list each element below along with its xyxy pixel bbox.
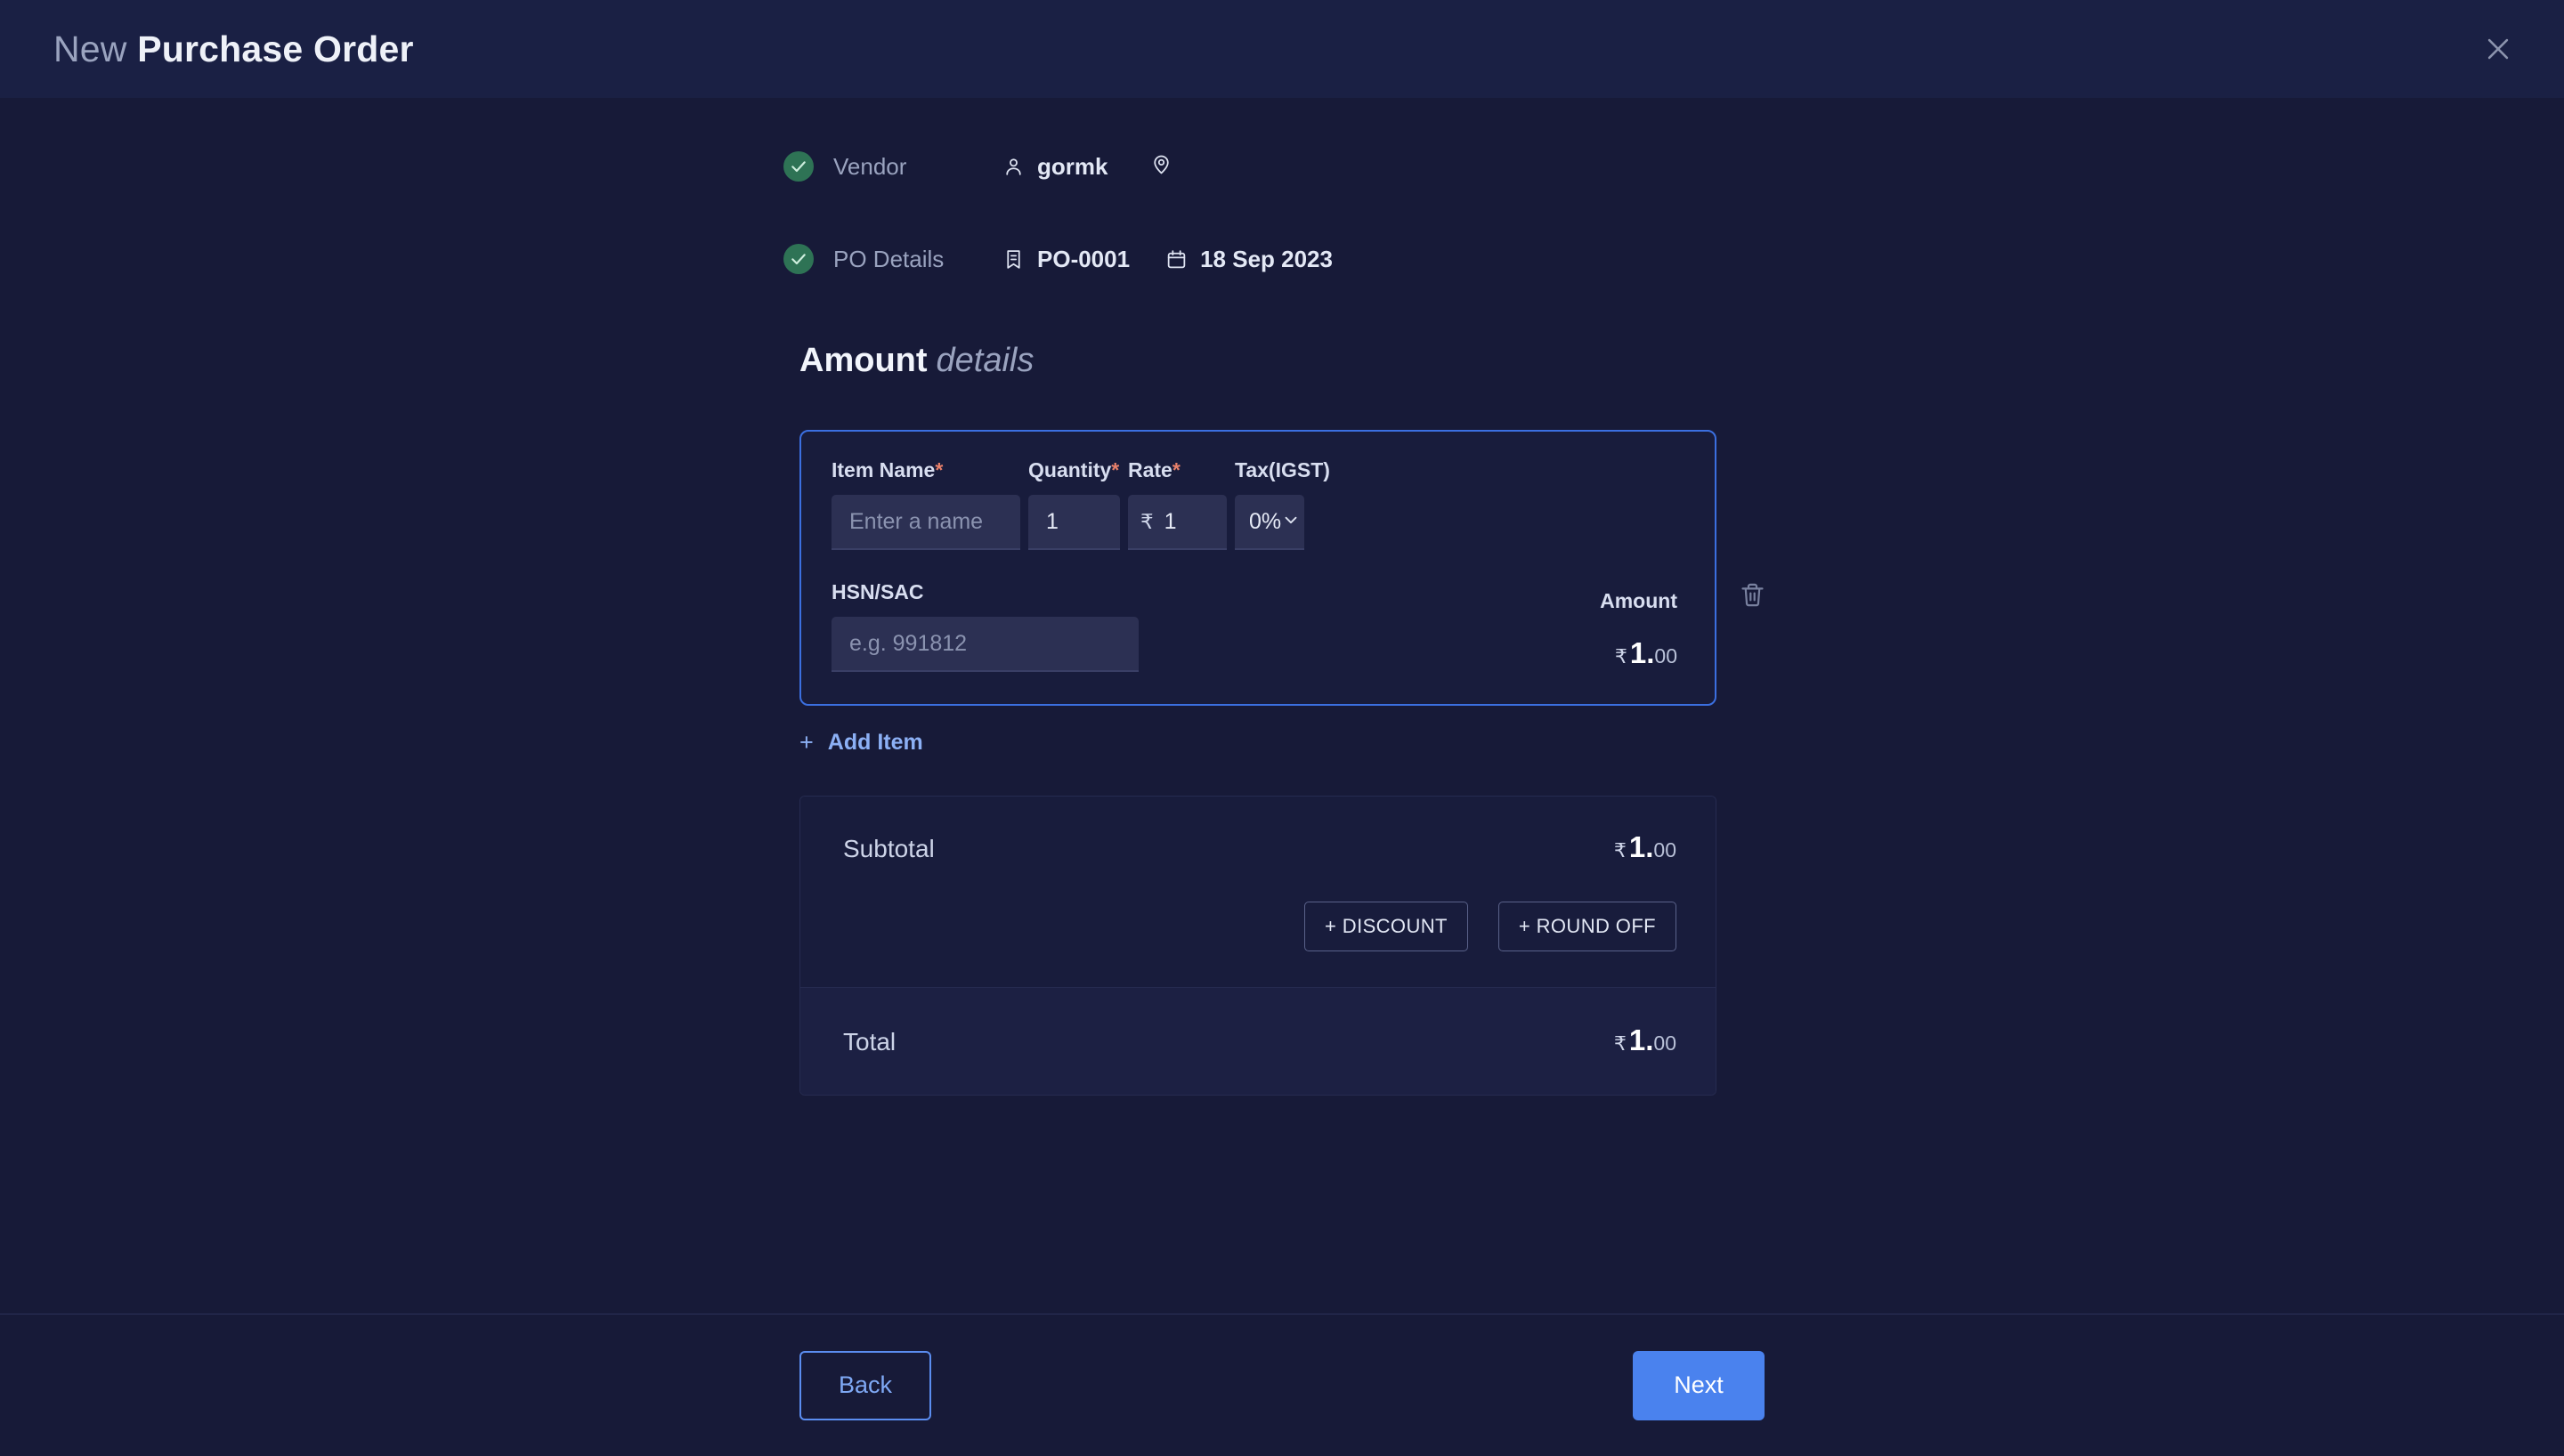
step-label-vendor: Vendor (833, 152, 907, 180)
close-button[interactable] (2470, 20, 2527, 77)
item-amount-cents: 00 (1654, 644, 1677, 667)
section-heading: Amount details (799, 342, 2564, 380)
item-name-input[interactable] (832, 495, 1020, 550)
new-purchase-order-dialog: New Purchase Order Vendor gormk PO Detai… (0, 0, 2564, 1456)
quantity-input[interactable] (1028, 495, 1120, 550)
rate-input-wrapper: ₹ (1128, 495, 1227, 550)
delete-item-button[interactable] (1732, 578, 1772, 617)
tax-label: Tax(IGST) (1235, 458, 1330, 481)
total-cents: 00 (1653, 1031, 1676, 1055)
page-title: New Purchase Order (53, 28, 414, 70)
plus-icon: + (799, 729, 814, 756)
po-date: 18 Sep 2023 (1200, 245, 1333, 272)
add-item-button[interactable]: + Add Item (799, 729, 923, 756)
dialog-header: New Purchase Order (0, 0, 2564, 105)
total-label: Total (843, 1028, 897, 1056)
item-row-area: Item Name* Quantity* Rate* ₹ (799, 430, 1764, 706)
add-round-off-button[interactable]: + ROUND OFF (1497, 902, 1676, 951)
subtotal-row: Subtotal ₹1.00 (843, 830, 1676, 864)
item-primary-fields: Item Name* Quantity* Rate* ₹ (832, 458, 1684, 550)
required-asterisk: * (1111, 458, 1120, 481)
item-amount-main: 1. (1629, 636, 1655, 669)
item-name-label: Item Name* (832, 458, 1020, 482)
section-heading-italic: details (936, 342, 1035, 379)
page-title-prefix: New (53, 28, 127, 69)
rate-label-text: Rate (1128, 458, 1172, 481)
step-summary-po-details[interactable]: PO Details PO-0001 18 Sep 2023 (783, 235, 2564, 283)
po-number-chip[interactable]: PO-0001 (1002, 246, 1130, 273)
dialog-footer: Back Next (0, 1314, 2564, 1456)
subtotal-section: Subtotal ₹1.00 + DISCOUNT + ROUND OFF (800, 797, 1716, 987)
rupee-symbol: ₹ (1140, 509, 1154, 533)
check-circle-icon (783, 244, 814, 274)
item-row-card: Item Name* Quantity* Rate* ₹ (799, 430, 1716, 706)
page-title-main: Purchase Order (137, 28, 414, 69)
rupee-symbol: ₹ (1613, 839, 1627, 861)
po-date-chip[interactable]: 18 Sep 2023 (1165, 246, 1333, 273)
next-button[interactable]: Next (1633, 1350, 1765, 1420)
rate-field-group: Rate* ₹ (1128, 458, 1227, 550)
close-icon (2483, 34, 2513, 64)
vendor-name-chip[interactable]: gormk (1002, 153, 1108, 181)
required-asterisk: * (935, 458, 944, 481)
subtotal-main: 1. (1628, 830, 1654, 863)
totals-panel: Subtotal ₹1.00 + DISCOUNT + ROUND OFF To… (799, 796, 1716, 1096)
hsn-input[interactable] (832, 617, 1139, 672)
add-item-label: Add Item (827, 730, 923, 755)
back-button[interactable]: Back (799, 1350, 931, 1420)
item-amount-label: Amount (1600, 589, 1677, 612)
tax-select[interactable]: 0% (1235, 495, 1304, 550)
step-summary-vendor[interactable]: Vendor gormk (783, 142, 2564, 190)
subtotal-cents: 00 (1653, 838, 1676, 861)
rupee-symbol: ₹ (1613, 1032, 1627, 1055)
chevron-down-icon (1281, 510, 1301, 534)
tax-field-group: Tax(IGST) 0% (1235, 458, 1330, 550)
item-name-field-group: Item Name* (832, 458, 1020, 550)
quantity-field-group: Quantity* (1028, 458, 1120, 550)
item-amount-value: ₹1.00 (1600, 636, 1677, 670)
total-row: Total ₹1.00 (843, 1023, 1676, 1057)
hsn-label: HSN/SAC (832, 580, 924, 603)
item-amount-block: Amount ₹1.00 (1600, 589, 1684, 672)
required-asterisk: * (1172, 458, 1181, 481)
quantity-label: Quantity* (1028, 458, 1120, 482)
item-name-label-text: Item Name (832, 458, 936, 481)
tax-select-value: 0% (1249, 508, 1282, 534)
calendar-icon (1165, 248, 1188, 271)
check-circle-icon (783, 151, 814, 182)
subtotal-label: Subtotal (843, 835, 935, 862)
total-section: Total ₹1.00 (800, 987, 1716, 1095)
vendor-address-button[interactable] (1150, 153, 1172, 180)
rate-input[interactable] (1164, 508, 1214, 535)
total-value: ₹1.00 (1614, 1023, 1676, 1057)
completed-steps: Vendor gormk PO Details PO-0001 18 Sep 2… (0, 98, 2564, 283)
item-secondary-fields: HSN/SAC Amount ₹1.00 (832, 580, 1684, 672)
trash-icon (1739, 581, 1766, 613)
receipt-icon (1002, 248, 1025, 271)
add-discount-button[interactable]: + DISCOUNT (1304, 902, 1468, 951)
po-number: PO-0001 (1037, 245, 1131, 272)
vendor-name: gormk (1037, 152, 1108, 180)
rate-label: Rate* (1128, 458, 1227, 482)
hsn-field-group: HSN/SAC (832, 580, 1139, 672)
total-main: 1. (1628, 1023, 1654, 1056)
subtotal-value: ₹1.00 (1614, 830, 1676, 864)
step-label-po-details: PO Details (833, 245, 945, 272)
map-pin-icon (1150, 153, 1172, 180)
user-icon (1002, 156, 1025, 178)
quantity-label-text: Quantity (1028, 458, 1112, 481)
rupee-symbol: ₹ (1614, 645, 1627, 667)
section-heading-bold: Amount (799, 342, 928, 379)
adjustment-buttons: + DISCOUNT + ROUND OFF (843, 902, 1676, 951)
dialog-body: Vendor gormk PO Details PO-0001 18 Sep 2… (0, 98, 2564, 1314)
